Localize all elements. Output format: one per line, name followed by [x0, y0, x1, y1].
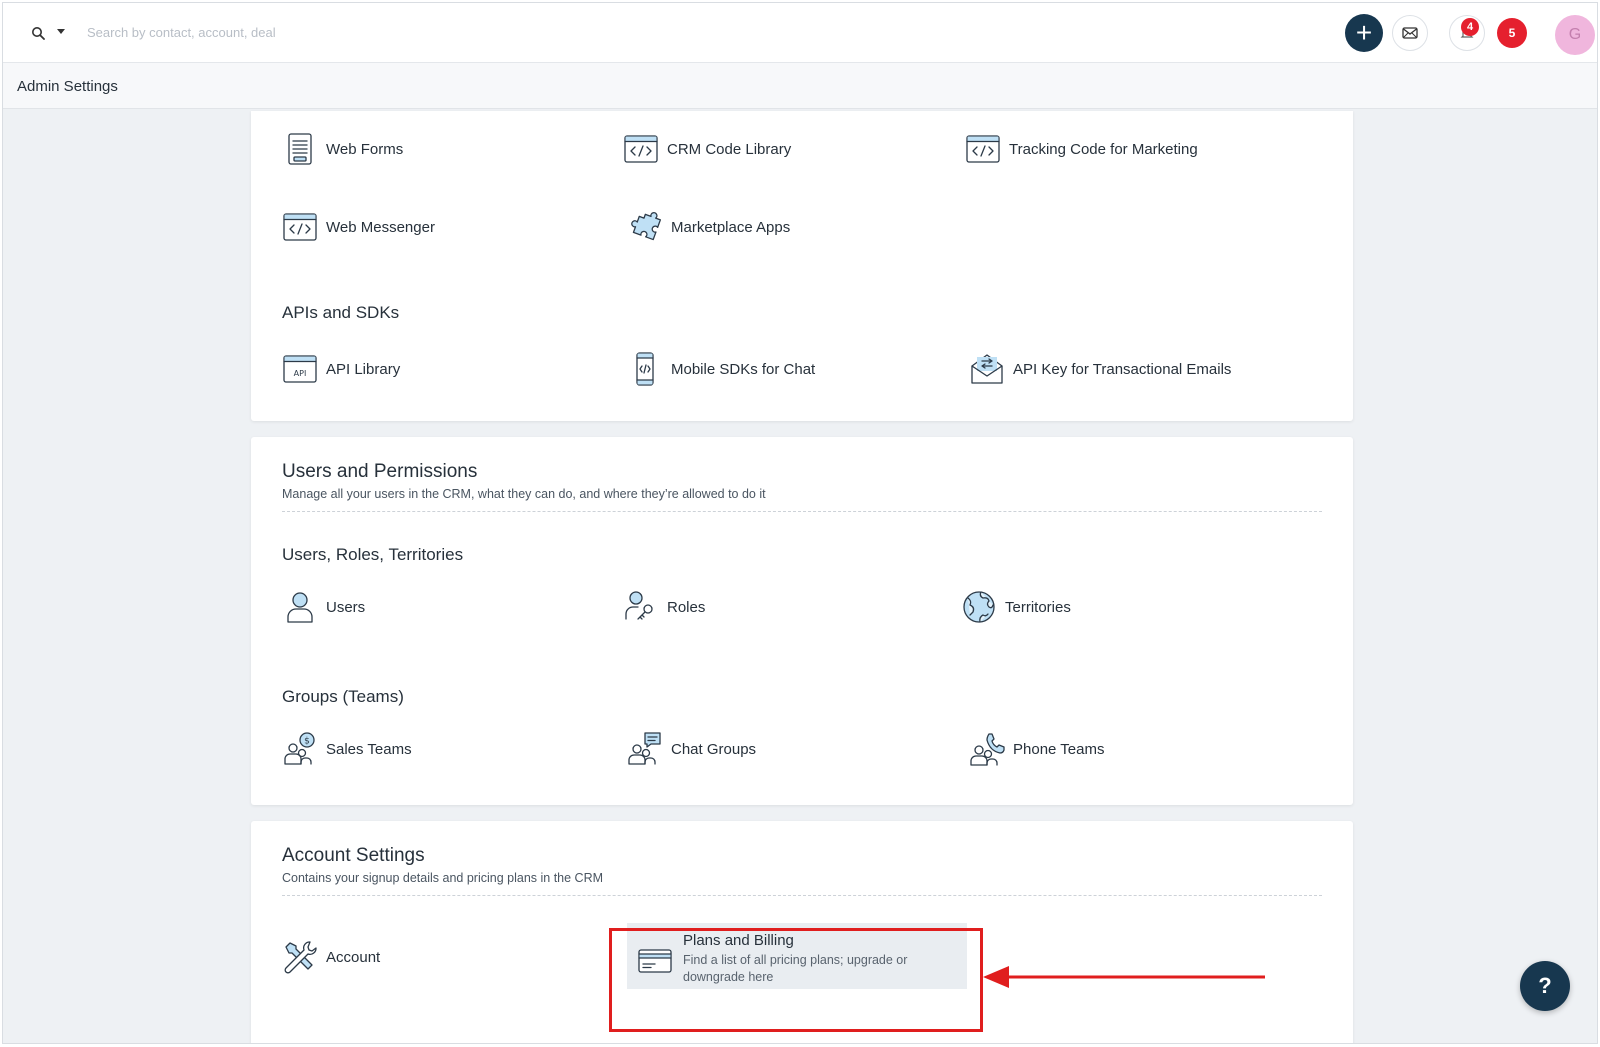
help-button[interactable]: ?: [1520, 961, 1570, 1011]
phone-teams-link[interactable]: Phone Teams: [969, 729, 1104, 769]
users-link[interactable]: Users: [282, 587, 365, 627]
alerts-count-badge[interactable]: 5: [1497, 18, 1527, 48]
sales-teams-link[interactable]: $ Sales Teams: [282, 729, 412, 769]
account-settings-subtitle: Contains your signup details and pricing…: [282, 871, 604, 885]
puzzle-icon: [631, 212, 662, 241]
tracking-code-link[interactable]: Tracking Code for Marketing: [965, 129, 1198, 169]
crm-code-library-link[interactable]: CRM Code Library: [623, 129, 791, 169]
item-label: Web Forms: [326, 140, 404, 158]
item-label: Users: [326, 598, 366, 616]
integrations-card: Web Forms CRM Code Library Tracking Code…: [251, 111, 1353, 421]
mobile-sdks-link[interactable]: Mobile SDKs for Chat: [627, 349, 815, 389]
phone-team-icon: [970, 733, 1005, 766]
item-label: Sales Teams: [326, 740, 412, 758]
top-bar: + 4 5 G: [3, 3, 1597, 63]
search-scope-dropdown-icon[interactable]: [57, 29, 65, 34]
globe-icon: [963, 591, 995, 623]
svg-text:API: API: [294, 369, 307, 378]
marketplace-apps-link[interactable]: Marketplace Apps: [627, 207, 790, 247]
highlight-annotation: [609, 928, 983, 1032]
item-label: API Key for Transactional Emails: [1013, 360, 1232, 378]
code-window-icon: [966, 135, 1000, 163]
search-icon[interactable]: [31, 26, 45, 40]
users-permissions-title: Users and Permissions: [282, 461, 478, 482]
mobile-code-icon: [636, 352, 654, 386]
chat-groups-link[interactable]: Chat Groups: [627, 729, 756, 769]
territories-link[interactable]: Territories: [961, 587, 1071, 627]
pointer-arrow-icon: [983, 966, 1265, 988]
envelope-key-icon: [971, 354, 1003, 384]
mail-button[interactable]: [1392, 15, 1428, 51]
item-label: Chat Groups: [671, 740, 757, 758]
web-forms-link[interactable]: Web Forms: [282, 129, 403, 169]
sales-team-icon: $: [284, 732, 315, 765]
item-label: Mobile SDKs for Chat: [671, 360, 816, 378]
apis-section-title: APIs and SDKs: [282, 303, 400, 322]
user-icon: [287, 592, 313, 623]
roles-link[interactable]: Roles: [623, 587, 705, 627]
users-roles-territories-title: Users, Roles, Territories: [282, 545, 464, 564]
api-library-link[interactable]: API API Library: [282, 349, 400, 389]
code-window-icon: [283, 213, 317, 241]
notifications-count-badge: 4: [1461, 18, 1479, 36]
item-label: Territories: [1005, 598, 1071, 616]
account-settings-title: Account Settings: [282, 845, 425, 866]
divider: [282, 895, 1322, 896]
item-label: Account: [326, 948, 381, 966]
divider: [282, 511, 1322, 512]
page-title: Admin Settings: [17, 78, 118, 95]
api-key-transactional-emails-link[interactable]: API Key for Transactional Emails: [969, 349, 1231, 389]
mail-icon: [1402, 27, 1418, 39]
item-label: API Library: [326, 360, 401, 378]
users-permissions-card: Users and Permissions Manage all your us…: [251, 437, 1353, 805]
item-label: Roles: [667, 598, 706, 616]
groups-teams-title: Groups (Teams): [282, 687, 404, 706]
search-input[interactable]: [87, 21, 507, 43]
tools-icon: [284, 941, 317, 974]
api-window-icon: API: [283, 355, 317, 383]
web-messenger-link[interactable]: Web Messenger: [282, 207, 435, 247]
code-window-icon: [624, 135, 658, 163]
form-icon: [288, 133, 312, 165]
add-button[interactable]: +: [1345, 14, 1383, 52]
user-key-icon: [625, 591, 653, 620]
avatar[interactable]: G: [1555, 15, 1595, 55]
account-link[interactable]: Account: [282, 937, 380, 977]
item-label: CRM Code Library: [667, 140, 792, 158]
item-label: Web Messenger: [326, 218, 435, 236]
page-header: Admin Settings: [3, 63, 1597, 109]
item-label: Tracking Code for Marketing: [1009, 140, 1198, 158]
item-label: Phone Teams: [1013, 740, 1105, 758]
users-permissions-subtitle: Manage all your users in the CRM, what t…: [282, 487, 766, 501]
svg-text:$: $: [304, 737, 310, 747]
item-label: Marketplace Apps: [671, 218, 791, 236]
app-window: + 4 5 G Admin Settings: [2, 2, 1598, 1044]
chat-group-icon: [628, 732, 661, 765]
